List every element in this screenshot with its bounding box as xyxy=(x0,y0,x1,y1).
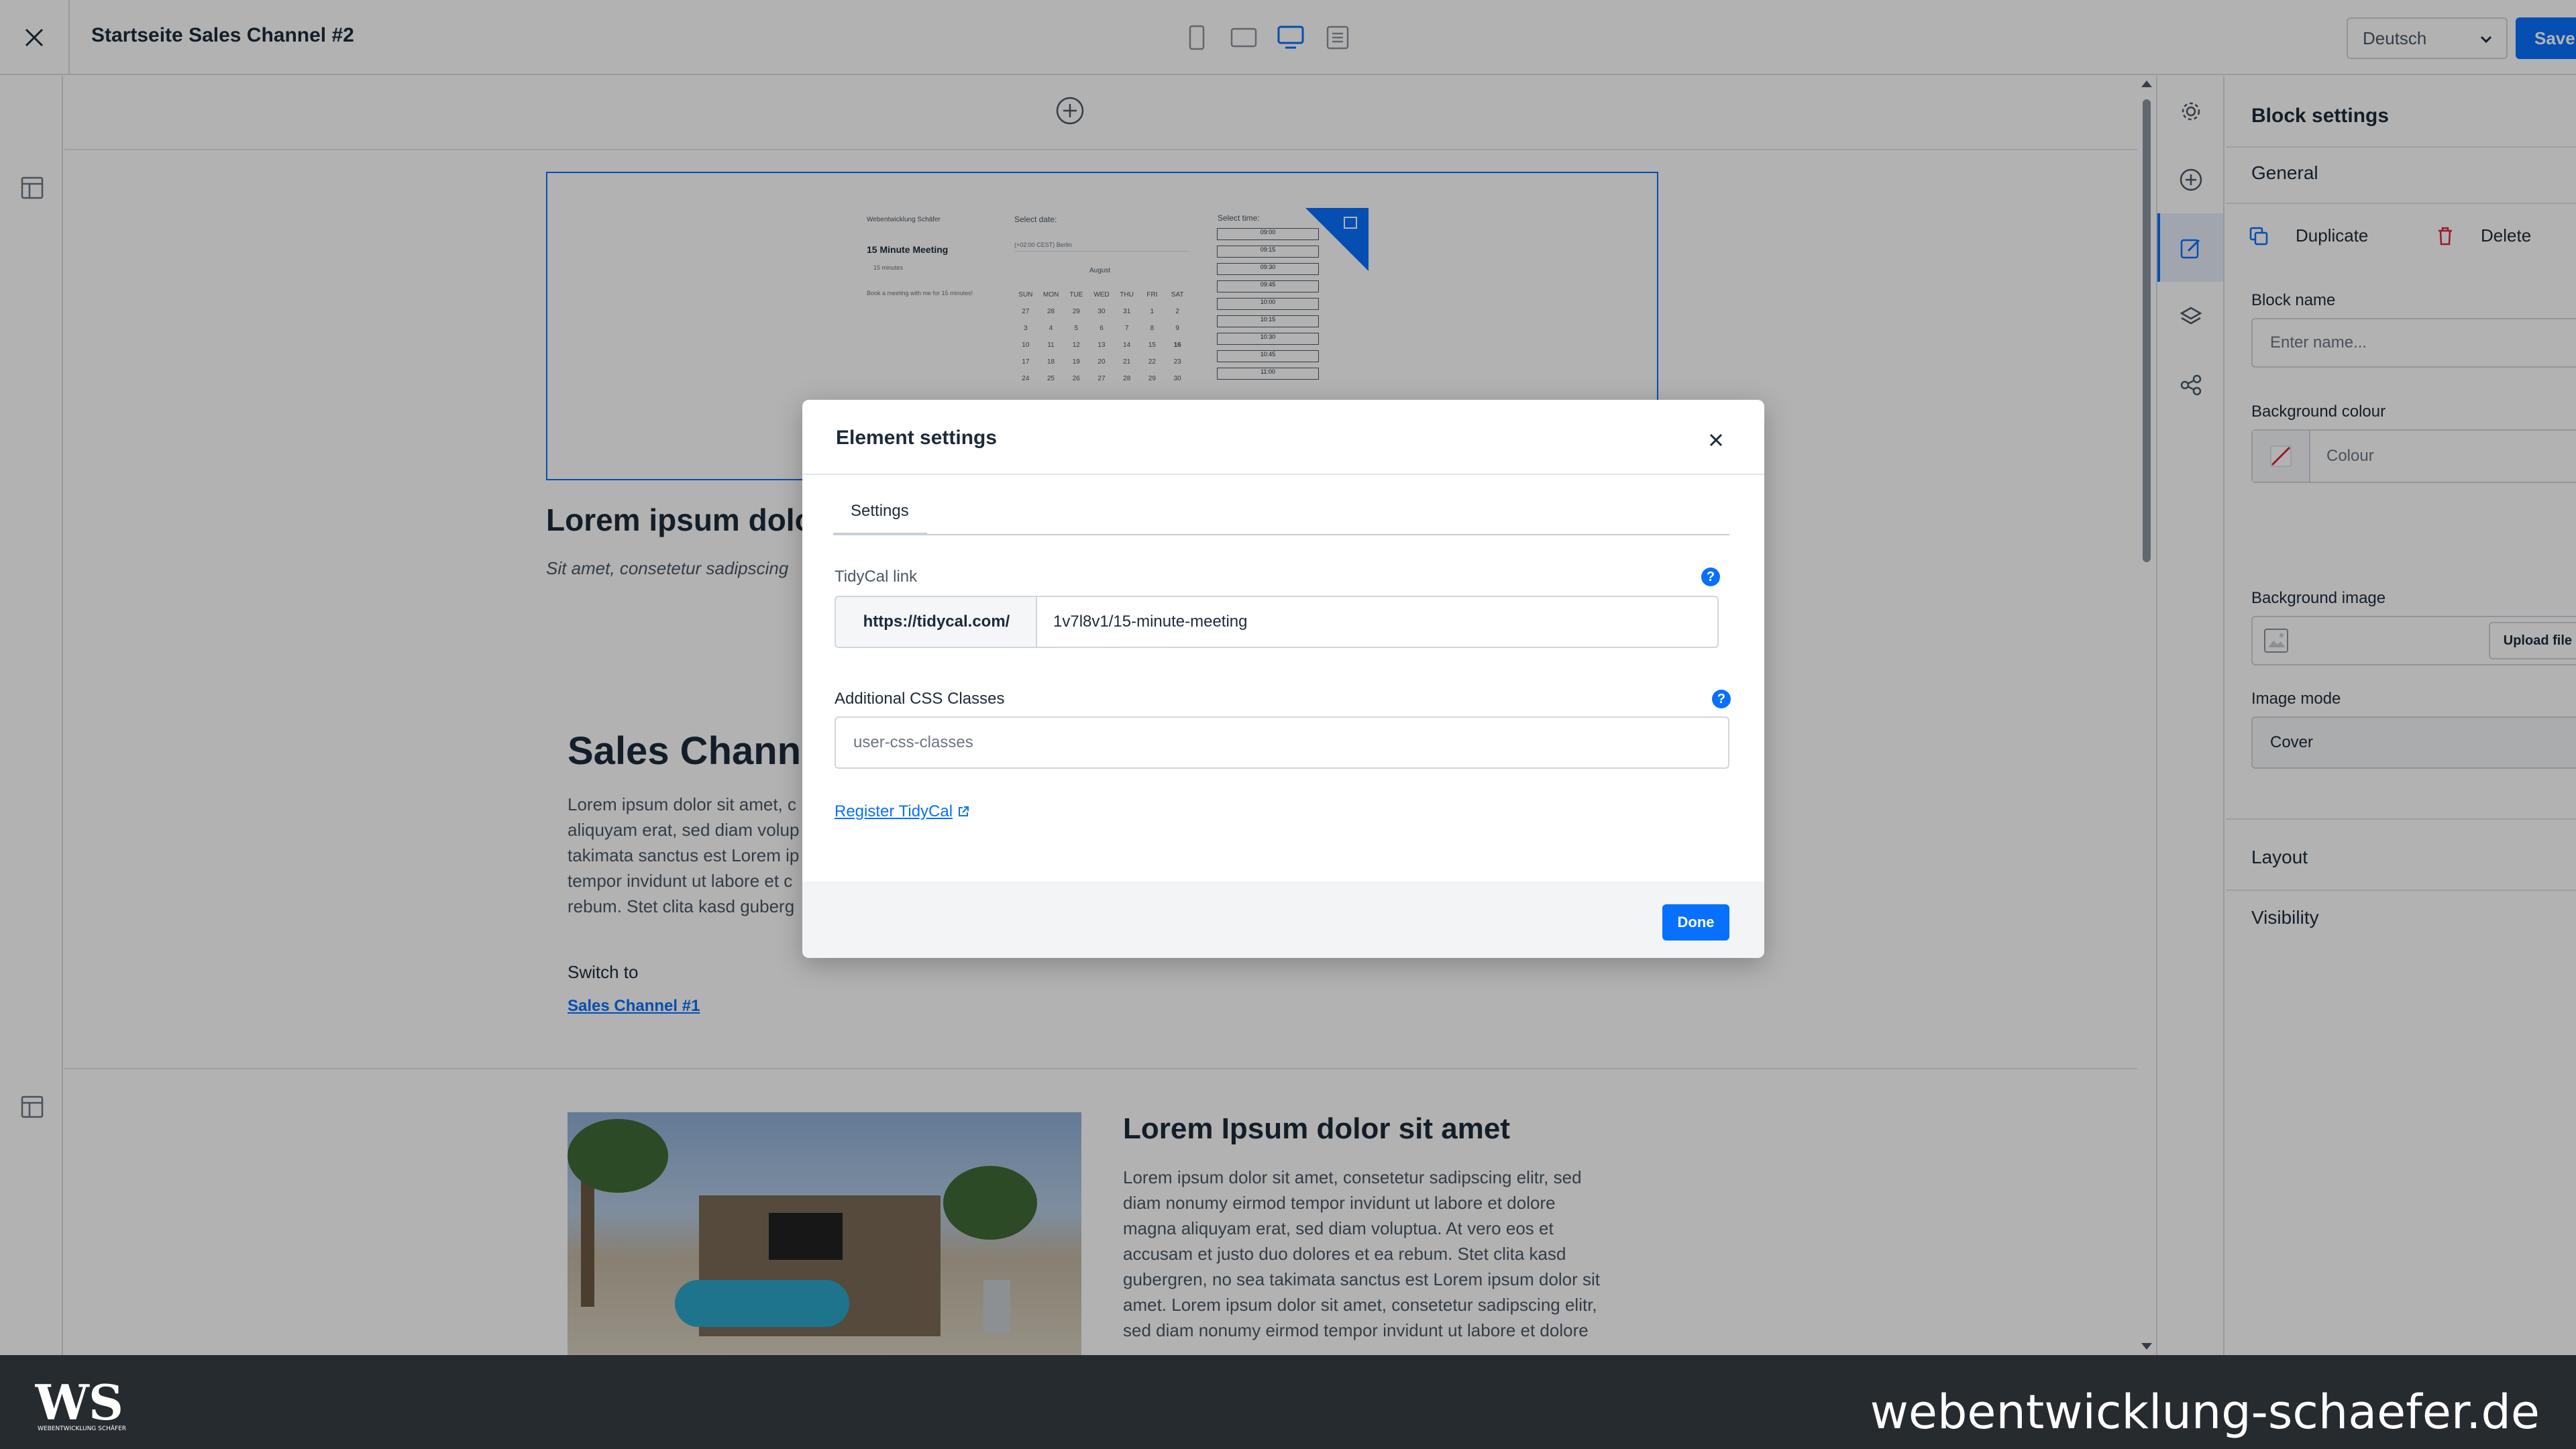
modal-title: Element settings xyxy=(836,427,998,449)
tidycal-url-prefix: https://tidycal.com/ xyxy=(835,596,1037,648)
css-classes-input[interactable]: user-css-classes xyxy=(835,716,1729,769)
ws-logo-icon: W S WEBENTWICKLUNG SCHÄFER xyxy=(34,1374,149,1433)
register-tidycal-link[interactable]: Register TidyCal xyxy=(835,802,970,821)
done-button[interactable]: Done xyxy=(1662,904,1729,941)
external-link-icon xyxy=(959,806,969,816)
tab-underline xyxy=(833,534,1729,535)
ws-logo: W S WEBENTWICKLUNG SCHÄFER xyxy=(34,1374,149,1446)
register-tidycal-label: Register TidyCal xyxy=(835,802,953,820)
branding-bar: W S WEBENTWICKLUNG SCHÄFER webentwicklun… xyxy=(0,1355,2576,1449)
close-icon xyxy=(1709,433,1723,447)
tab-active-indicator xyxy=(833,533,927,535)
brand-url: webentwicklung-schaefer.de xyxy=(1870,1385,2540,1440)
element-settings-modal: Element settings Settings TidyCal link ?… xyxy=(802,400,1764,958)
tidycal-link-label: TidyCal link xyxy=(835,568,918,586)
tidycal-link-input[interactable]: 1v7l8v1/15-minute-meeting xyxy=(1036,596,1719,648)
svg-text:WEBENTWICKLUNG SCHÄFER: WEBENTWICKLUNG SCHÄFER xyxy=(38,1425,126,1432)
tab-settings[interactable]: Settings xyxy=(833,502,926,521)
modal-close-button[interactable] xyxy=(1704,428,1728,452)
css-help-icon[interactable]: ? xyxy=(1712,690,1731,708)
divider xyxy=(802,474,1764,475)
svg-text:W: W xyxy=(35,1379,90,1431)
modal-footer xyxy=(802,881,1764,958)
tidycal-help-icon[interactable]: ? xyxy=(1701,568,1720,586)
svg-text:S: S xyxy=(89,1379,123,1431)
css-classes-label: Additional CSS Classes xyxy=(835,690,1005,708)
